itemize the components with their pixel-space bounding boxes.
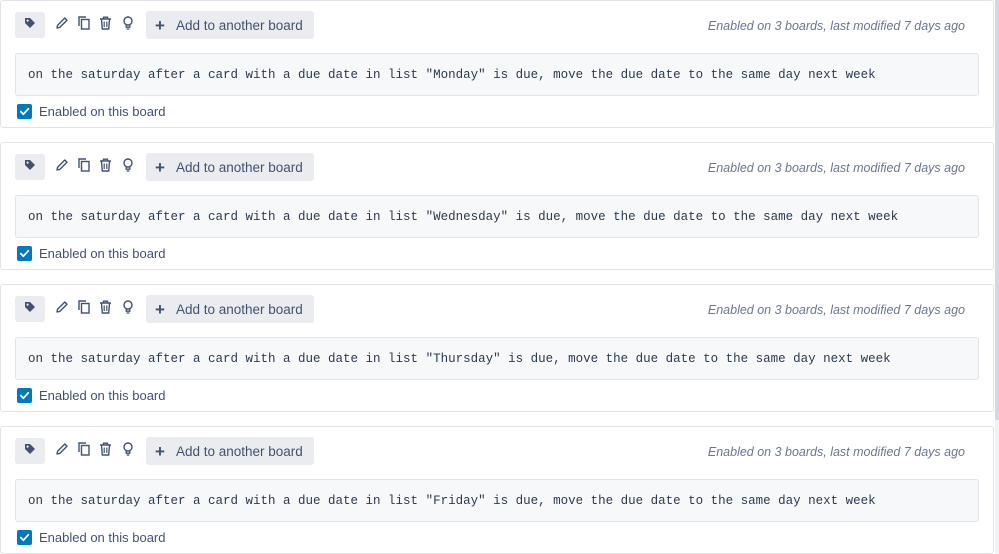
tag-icon [24,158,36,176]
idea-button[interactable] [118,440,137,462]
rule-toolbar: + Add to another board [15,437,314,465]
copy-icon [77,441,90,461]
rule-meta-status: Enabled on 3 boards, last modified 7 day… [707,161,965,175]
pencil-icon [55,442,69,461]
rule-meta-status: Enabled on 3 boards, last modified 7 day… [707,303,965,317]
enabled-toggle[interactable]: Enabled on this board [17,388,165,403]
idea-button[interactable] [118,298,137,320]
rule-description[interactable]: on the saturday after a card with a due … [15,479,979,522]
idea-button[interactable] [118,14,137,36]
copy-button[interactable] [74,298,93,320]
copy-icon [77,299,90,319]
enabled-checkbox[interactable] [17,104,32,119]
add-to-another-board-button[interactable]: + Add to another board [146,11,314,39]
delete-button[interactable] [96,156,115,178]
rule-toolbar: + Add to another board [15,295,314,323]
copy-icon [77,157,90,177]
pencil-icon [55,300,69,319]
tag-button[interactable] [15,154,45,180]
enabled-checkbox[interactable] [17,530,32,545]
tag-icon [24,300,36,318]
tag-icon [24,16,36,34]
trash-icon [99,300,112,319]
add-to-another-board-label: Add to another board [175,17,303,33]
trash-icon [99,442,112,461]
trash-icon [99,158,112,177]
lightbulb-icon [122,15,134,35]
enabled-toggle[interactable]: Enabled on this board [17,246,165,261]
plus-icon: + [155,15,165,35]
lightbulb-icon [122,157,134,177]
rule-toolbar: + Add to another board [15,153,314,181]
delete-button[interactable] [96,440,115,462]
edit-button[interactable] [52,298,71,320]
enabled-checkbox[interactable] [17,388,32,403]
enabled-toggle[interactable]: Enabled on this board [17,530,165,545]
trash-icon [99,16,112,35]
vertical-scrollbar[interactable] [995,0,999,554]
rule-meta-status: Enabled on 3 boards, last modified 7 day… [707,445,965,459]
pencil-icon [55,158,69,177]
add-to-another-board-button[interactable]: + Add to another board [146,295,314,323]
plus-icon: + [155,157,165,177]
checkmark-icon [19,391,30,400]
lightbulb-icon [122,299,134,319]
checkmark-icon [19,533,30,542]
rule-description[interactable]: on the saturday after a card with a due … [15,53,979,96]
tag-button[interactable] [15,296,45,322]
checkmark-icon [19,249,30,258]
enabled-toggle[interactable]: Enabled on this board [17,104,165,119]
enabled-label: Enabled on this board [39,246,166,261]
idea-button[interactable] [118,156,137,178]
scrollbar-thumb[interactable] [995,0,999,420]
rule-toolbar: + Add to another board [15,11,314,39]
edit-button[interactable] [52,156,71,178]
edit-button[interactable] [52,440,71,462]
rule-card: + Add to another board Enabled on 3 boar… [0,142,994,270]
delete-button[interactable] [96,14,115,36]
delete-button[interactable] [96,298,115,320]
edit-button[interactable] [52,14,71,36]
copy-button[interactable] [74,156,93,178]
enabled-label: Enabled on this board [39,388,166,403]
rule-meta-status: Enabled on 3 boards, last modified 7 day… [707,19,965,33]
tag-icon [24,442,36,460]
rules-list-page: + Add to another board Enabled on 3 boar… [0,0,999,554]
copy-button[interactable] [74,14,93,36]
add-to-another-board-label: Add to another board [175,159,303,175]
rule-description[interactable]: on the saturday after a card with a due … [15,337,979,380]
plus-icon: + [155,441,165,461]
plus-icon: + [155,299,165,319]
pencil-icon [55,16,69,35]
add-to-another-board-button[interactable]: + Add to another board [146,437,314,465]
checkmark-icon [19,107,30,116]
rule-card: + Add to another board Enabled on 3 boar… [0,0,994,128]
tag-button[interactable] [15,12,45,38]
add-to-another-board-button[interactable]: + Add to another board [146,153,314,181]
lightbulb-icon [122,441,134,461]
enabled-checkbox[interactable] [17,246,32,261]
add-to-another-board-label: Add to another board [175,301,303,317]
rule-card: + Add to another board Enabled on 3 boar… [0,426,994,554]
rule-description[interactable]: on the saturday after a card with a due … [15,195,979,238]
add-to-another-board-label: Add to another board [175,443,303,459]
rule-card: + Add to another board Enabled on 3 boar… [0,284,994,412]
enabled-label: Enabled on this board [39,104,166,119]
tag-button[interactable] [15,438,45,464]
copy-button[interactable] [74,440,93,462]
enabled-label: Enabled on this board [39,530,166,545]
copy-icon [77,15,90,35]
